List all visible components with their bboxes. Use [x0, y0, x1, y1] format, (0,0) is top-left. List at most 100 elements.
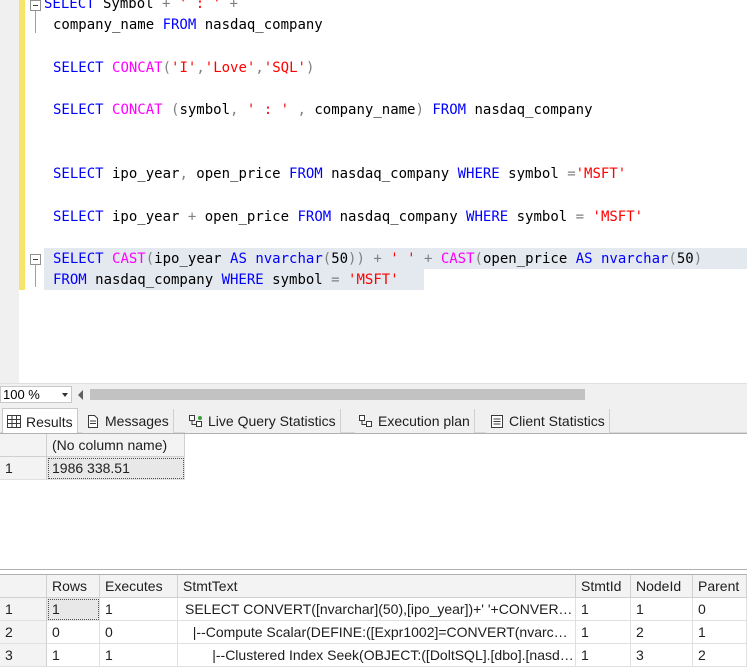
code-token: =	[331, 272, 340, 288]
grid-cell[interactable]: 1	[576, 621, 631, 644]
scrollbar-thumb[interactable]	[90, 389, 585, 400]
code-token: 'MSFT'	[592, 209, 644, 225]
code-token: symbol	[179, 102, 231, 118]
editor-gutter	[0, 0, 19, 383]
row-header[interactable]: 2	[0, 621, 47, 644]
code-token: 50	[676, 251, 694, 267]
column-header[interactable]: Executes	[100, 575, 178, 598]
column-header[interactable]: NodeId	[631, 575, 693, 598]
code-line: SELECT Symbol + ' : ' +	[44, 0, 238, 14]
grid-cell[interactable]: 1986 338.51	[47, 457, 185, 480]
tab-live-query-statistics[interactable]: Live Query Statistics	[185, 409, 341, 433]
change-tracking-bar	[19, 0, 25, 290]
column-header[interactable]: Parent	[693, 575, 747, 598]
tab-execution-plan[interactable]: Execution plan	[355, 409, 475, 433]
tab-label: Messages	[105, 413, 169, 429]
code-token: company_name	[314, 102, 416, 118]
column-header[interactable]: StmtId	[576, 575, 631, 598]
grid-cell[interactable]: 3	[631, 644, 693, 667]
grid-cell[interactable]: 0	[100, 621, 178, 644]
collapse-icon[interactable]	[30, 254, 41, 265]
grid-cell[interactable]: 1	[47, 644, 100, 667]
fold-guide	[35, 11, 36, 33]
row-header[interactable]: 3	[0, 644, 47, 667]
code-line: SELECT CONCAT (symbol, ' : ' , company_n…	[53, 100, 593, 120]
row-header[interactable]: 1	[0, 457, 47, 480]
code-token: 'MSFT'	[348, 272, 399, 288]
grid-cell[interactable]: 0	[47, 621, 100, 644]
code-token: symbol	[499, 166, 568, 182]
code-token: 'MSFT'	[575, 166, 627, 182]
code-token: =	[575, 209, 585, 225]
code-token: (	[162, 60, 172, 76]
grid-cell[interactable]: 1	[576, 598, 631, 621]
code-token: FROM	[297, 209, 332, 225]
grid-corner[interactable]	[0, 575, 47, 598]
horizontal-scrollbar[interactable]	[90, 389, 747, 400]
code-token: open_price	[482, 251, 576, 267]
column-header[interactable]: (No column name)	[47, 434, 185, 457]
row-header[interactable]: 1	[0, 598, 47, 621]
column-header[interactable]: StmtText	[178, 575, 576, 598]
grid-corner[interactable]	[0, 434, 47, 457]
code-token: ,	[255, 60, 264, 76]
code-token: FROM	[162, 17, 197, 33]
grid-cell[interactable]: 1	[47, 598, 100, 621]
result-grid[interactable]: (No column name) 1 1986 338.51	[0, 433, 747, 570]
code-token: +	[373, 251, 382, 267]
fold-guide	[35, 265, 36, 287]
grid-cell[interactable]: SELECT CONVERT([nvarchar](50),[ipo_year]…	[178, 598, 576, 621]
grid-cell[interactable]: |--Compute Scalar(DEFINE:([Expr1002]=CON…	[178, 621, 576, 644]
code-token: WHERE	[466, 209, 509, 225]
collapse-icon[interactable]	[30, 0, 41, 11]
grid-cell[interactable]: |--Clustered Index Seek(OBJECT:([DoltSQL…	[178, 644, 576, 667]
code-token: FROM	[53, 272, 87, 288]
grid-cell[interactable]: 1	[576, 644, 631, 667]
zoom-select[interactable]: 100 %	[0, 386, 72, 403]
code-token: WHERE	[457, 166, 500, 182]
code-token: FROM	[432, 102, 467, 118]
code-token: 'Love'	[204, 60, 256, 76]
query-editor[interactable]: SELECT Symbol + ' : ' + company_name FRO…	[0, 0, 747, 383]
code-token: nasdaq_company	[196, 17, 323, 33]
column-header[interactable]: Rows	[47, 575, 100, 598]
code-line: SELECT CAST(ipo_year AS nvarchar(50)) + …	[53, 249, 702, 269]
code-token: 50	[331, 251, 349, 267]
code-token: Symbol	[94, 0, 163, 12]
code-token: SELECT	[53, 209, 104, 225]
tab-client-statistics[interactable]: Client Statistics	[486, 409, 610, 433]
code-token: SELECT	[53, 60, 113, 76]
code-token: WHERE	[221, 272, 264, 288]
grid-cell[interactable]: 2	[631, 621, 693, 644]
plan-result-grid[interactable]: Rows Executes StmtText StmtId NodeId Par…	[0, 574, 747, 672]
grid-cell[interactable]: 1	[100, 644, 178, 667]
grid-cell[interactable]: 2	[693, 644, 747, 667]
code-token: AS	[230, 251, 247, 267]
chevron-down-icon[interactable]	[62, 393, 68, 397]
tab-label: Results	[26, 413, 73, 430]
code-line: FROM nasdaq_company WHERE symbol = 'MSFT…	[53, 270, 399, 290]
grid-cell[interactable]: 0	[693, 598, 747, 621]
tab-label: Execution plan	[378, 413, 470, 429]
grid-cell[interactable]: 1	[631, 598, 693, 621]
code-token: nasdaq_company	[331, 209, 467, 225]
code-line: SELECT ipo_year + open_price FROM nasdaq…	[53, 207, 643, 227]
code-token: ' '	[390, 251, 416, 267]
grid-cell[interactable]: 1	[693, 621, 747, 644]
tab-results[interactable]: Results	[2, 408, 78, 434]
client-stats-icon	[490, 414, 504, 428]
code-token: )	[693, 251, 703, 267]
scroll-left-icon[interactable]	[78, 390, 83, 400]
code-token: open_price	[196, 209, 298, 225]
code-token: open_price	[196, 166, 290, 182]
grid-cell[interactable]: 1	[100, 598, 178, 621]
code-token: symbol	[263, 272, 332, 288]
code-token: nvarchar	[592, 251, 669, 267]
results-tab-bar: Results Messages Live Query Statistics E…	[0, 404, 747, 434]
code-token: (	[474, 251, 483, 267]
tab-messages[interactable]: Messages	[82, 409, 174, 433]
code-token: =	[567, 166, 576, 182]
code-token: ))	[348, 251, 365, 267]
